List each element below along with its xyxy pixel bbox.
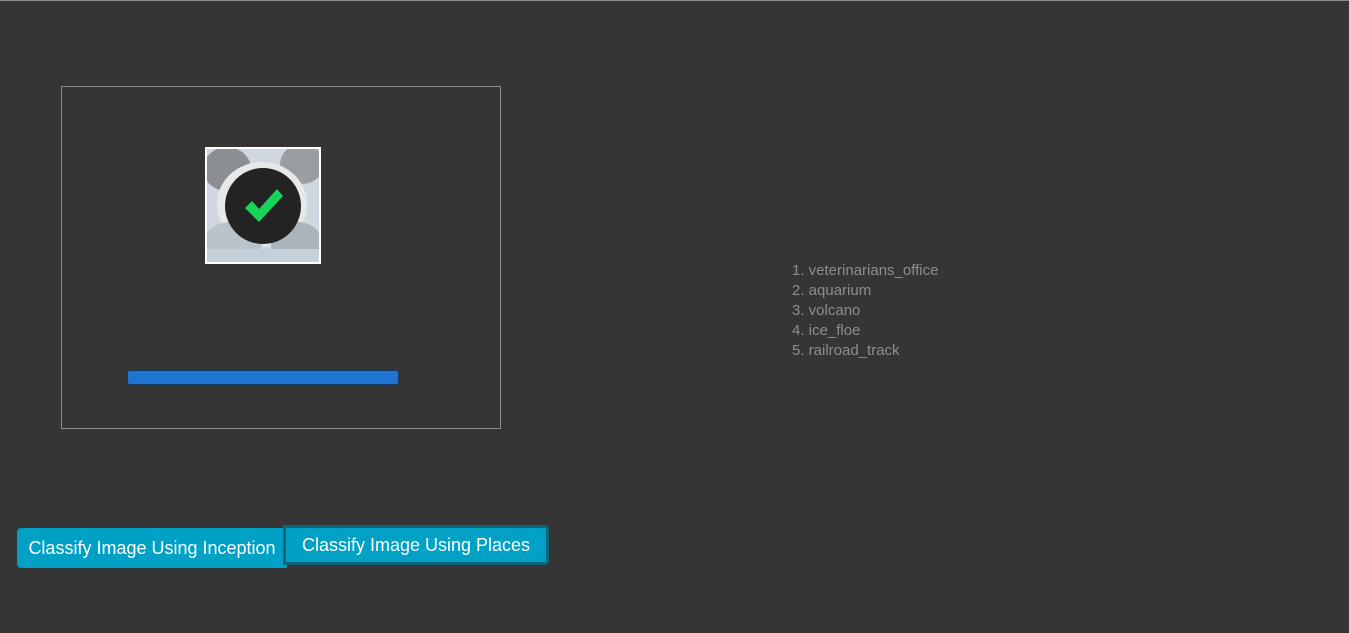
classify-places-button[interactable]: Classify Image Using Places [283,525,549,565]
checkmark-icon [245,189,283,222]
result-item: 4. ice_floe [792,322,861,339]
image-thumbnail[interactable] [205,147,321,264]
result-item: 5. railroad_track [792,342,900,359]
result-item: 3. volcano [792,302,861,319]
image-dropzone[interactable] [61,86,501,429]
classification-results-list: 1. veterinarians_office 2. aquarium 3. v… [792,261,938,361]
status-badge [225,168,301,244]
classify-inception-button[interactable]: Classify Image Using Inception [17,528,287,568]
result-item: 1. veterinarians_office [792,262,939,279]
upload-progress-fill [128,371,398,384]
result-item: 2. aquarium [792,282,872,299]
upload-progress-bar [127,370,399,385]
top-divider [0,0,1349,1]
